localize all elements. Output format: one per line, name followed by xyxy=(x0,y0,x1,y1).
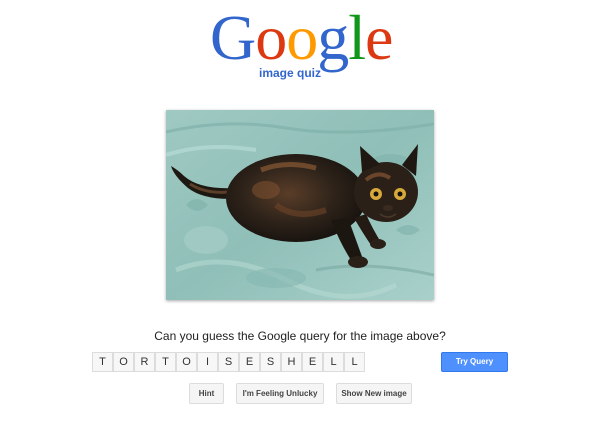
answer-tiles: T O R T O I S E S H E L L xyxy=(92,352,365,372)
quiz-question: Can you guess the Google query for the i… xyxy=(154,329,446,343)
answer-letter-tile[interactable]: T xyxy=(155,352,176,372)
google-logo: Google image quiz xyxy=(210,6,395,86)
logo-wordmark: Google xyxy=(210,2,393,73)
logo-letter: o xyxy=(255,2,287,73)
answer-letter-tile[interactable]: O xyxy=(113,352,134,372)
answer-letter-tile[interactable]: R xyxy=(134,352,155,372)
answer-letter-tile[interactable]: S xyxy=(218,352,239,372)
feeling-unlucky-button[interactable]: I'm Feeling Unlucky xyxy=(236,383,324,404)
answer-letter-tile[interactable]: E xyxy=(302,352,323,372)
quiz-page: Google image quiz Can you guess the Goog… xyxy=(0,0,600,437)
try-query-button[interactable]: Try Query xyxy=(441,352,508,372)
logo-letter: G xyxy=(210,2,256,73)
answer-letter-tile[interactable]: E xyxy=(239,352,260,372)
answer-letter-tile[interactable]: L xyxy=(323,352,344,372)
answer-letter-tile[interactable]: I xyxy=(197,352,218,372)
logo-subtitle: image quiz xyxy=(259,66,322,80)
answer-letter-tile[interactable]: H xyxy=(281,352,302,372)
cat-photo-icon xyxy=(166,110,434,300)
answer-letter-tile[interactable]: S xyxy=(260,352,281,372)
logo-letter: o xyxy=(286,2,318,73)
hint-button[interactable]: Hint xyxy=(189,383,224,404)
logo-letter: l xyxy=(348,2,366,73)
answer-letter-tile[interactable]: O xyxy=(176,352,197,372)
answer-letter-tile[interactable]: T xyxy=(92,352,113,372)
logo-letter: e xyxy=(365,2,393,73)
quiz-image xyxy=(166,110,434,300)
logo-letter: g xyxy=(317,2,349,73)
answer-letter-tile[interactable]: L xyxy=(344,352,365,372)
show-new-image-button[interactable]: Show New image xyxy=(336,383,412,404)
